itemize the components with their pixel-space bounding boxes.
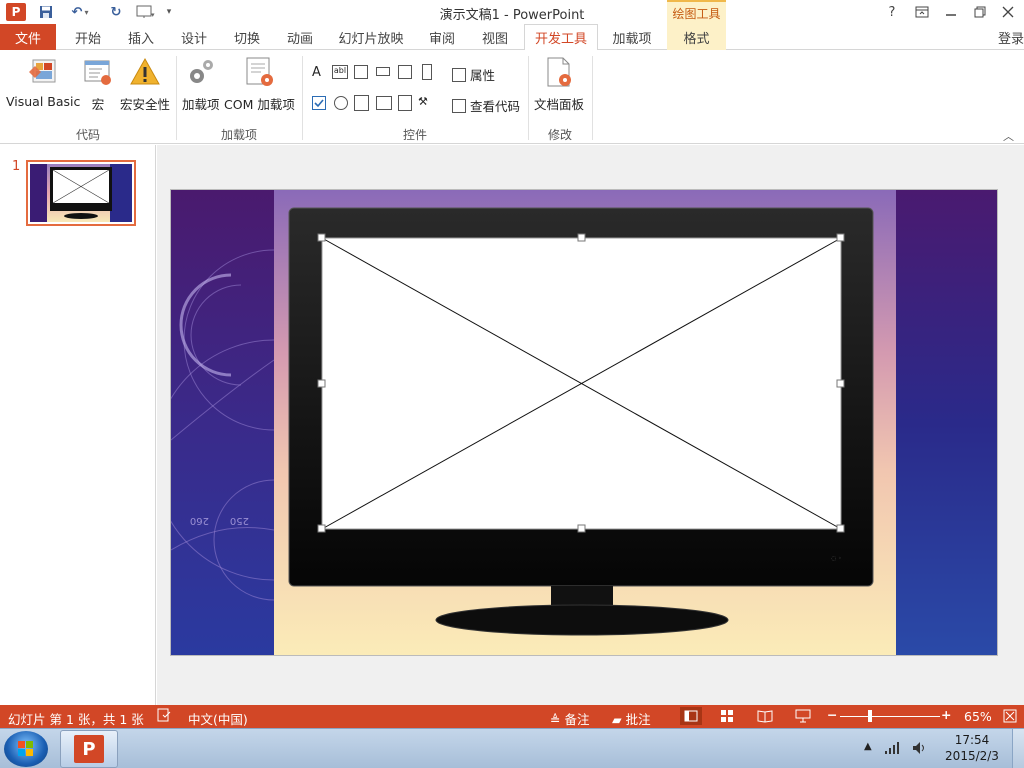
clock-time: 17:54 — [954, 733, 990, 747]
help-button[interactable]: ? — [878, 2, 906, 22]
listbox-control-icon[interactable] — [354, 95, 369, 111]
show-hidden-icons[interactable]: ▲ — [864, 741, 872, 752]
warning-icon — [129, 56, 161, 88]
thumbnail-number: 1 — [12, 159, 21, 174]
tab-slide-show[interactable]: 幻灯片放映 — [330, 24, 412, 50]
ribbon: Visual Basic 宏 宏安全性 代码 加载项 COM 加载项 加载项 A… — [0, 50, 1024, 144]
tab-view[interactable]: 视图 — [471, 24, 519, 50]
slide-sorter-view-icon[interactable] — [720, 709, 734, 726]
group-label-modify: 修改 — [547, 128, 572, 142]
zoom-slider[interactable] — [840, 716, 940, 717]
windows-taskbar: P ▲ 17:54 2015/2/3 — [0, 728, 1024, 768]
checkbox-control-icon[interactable] — [312, 96, 326, 110]
picture-placeholder[interactable] — [317, 233, 845, 533]
taskbar-powerpoint-button[interactable]: P — [60, 730, 118, 768]
com-addins-button[interactable]: COM 加载项 — [224, 56, 295, 113]
tab-home[interactable]: 开始 — [64, 24, 112, 50]
view-code-icon — [452, 98, 466, 113]
group-label-code: 代码 — [75, 128, 100, 142]
tab-review[interactable]: 审阅 — [418, 24, 466, 50]
ribbon-tabs: 文件 开始 插入 设计 切换 动画 幻灯片放映 审阅 视图 开发工具 加载项 格… — [0, 24, 1024, 51]
addins-button[interactable]: 加载项 — [182, 56, 220, 113]
comments-button[interactable]: ▰ 批注 — [612, 709, 651, 728]
tab-format[interactable]: 格式 — [667, 24, 726, 50]
properties-button[interactable]: 属性 — [452, 65, 495, 84]
volume-icon[interactable] — [912, 741, 928, 758]
powerpoint-app-icon: P — [74, 735, 104, 763]
contextual-tab-header-drawing-tools: 绘图工具 — [667, 0, 726, 24]
dial-number: 250 — [230, 515, 249, 526]
zoom-level[interactable]: 65% — [964, 709, 992, 724]
network-icon[interactable] — [884, 741, 900, 758]
macros-icon — [82, 56, 114, 88]
option-button-control-icon[interactable] — [334, 96, 348, 110]
title-bar: P ↶ ▾ ↻ ▾ ▾ 演示文稿1 - PowerPoint 绘图工具 ? — [0, 0, 1024, 24]
zoom-slider-thumb[interactable] — [868, 710, 872, 722]
language-status[interactable]: 中文(中国) — [188, 709, 248, 728]
reading-view-icon[interactable] — [757, 709, 773, 726]
tab-design[interactable]: 设计 — [170, 24, 218, 50]
show-desktop-button[interactable] — [1012, 729, 1024, 768]
macro-security-button[interactable]: 宏安全性 — [120, 56, 170, 113]
monitor-indicator: ◌ ◦ — [831, 555, 842, 562]
dial-number: 260 — [190, 515, 209, 526]
spin-button-control-icon[interactable] — [354, 65, 368, 79]
tab-addins[interactable]: 加载项 — [604, 24, 660, 50]
slide-left-panel — [171, 190, 274, 655]
group-label-addins: 加载项 — [220, 128, 257, 142]
tab-animations[interactable]: 动画 — [276, 24, 324, 50]
slide-thumbnail[interactable] — [26, 160, 136, 226]
macros-button[interactable]: 宏 — [82, 56, 114, 113]
view-code-button[interactable]: 查看代码 — [452, 96, 520, 115]
notes-button[interactable]: ≜ 备注 — [550, 709, 589, 728]
gears-icon — [185, 56, 217, 88]
slide-right-panel — [896, 190, 997, 655]
system-clock[interactable]: 17:54 2015/2/3 — [942, 732, 1002, 764]
close-button[interactable] — [994, 2, 1022, 22]
document-panel-button[interactable]: 文档面板 — [534, 56, 584, 113]
visual-basic-icon — [27, 56, 59, 88]
tab-transitions[interactable]: 切换 — [223, 24, 271, 50]
command-button-control-icon[interactable] — [376, 67, 390, 76]
label-control-icon[interactable]: A — [312, 65, 326, 80]
combobox-control-icon[interactable] — [376, 96, 392, 110]
tab-file[interactable]: 文件 — [0, 24, 56, 50]
image-control-icon[interactable] — [398, 65, 412, 79]
normal-view-icon[interactable] — [680, 707, 702, 725]
status-bar: 幻灯片 第 1 张，共 1 张 中文(中国) ≜ 备注 ▰ 批注 − + 65% — [0, 705, 1024, 728]
slide-canvas[interactable]: 260 250 ◌ ◦ — [170, 189, 998, 656]
com-addins-icon — [243, 56, 275, 88]
collapse-ribbon-icon[interactable]: ︿ — [1003, 128, 1014, 144]
minimize-button[interactable] — [937, 2, 965, 22]
tab-insert[interactable]: 插入 — [117, 24, 165, 50]
monitor-stand — [435, 604, 729, 636]
fit-slide-icon[interactable] — [1003, 709, 1017, 726]
textbox-control-icon[interactable]: abl — [332, 65, 348, 79]
start-button[interactable] — [4, 731, 48, 767]
slide-count-status[interactable]: 幻灯片 第 1 张，共 1 张 — [8, 709, 144, 728]
visual-basic-button[interactable]: Visual Basic — [6, 56, 80, 109]
toggle-button-control-icon[interactable] — [398, 95, 412, 111]
tab-developer[interactable]: 开发工具 — [524, 24, 598, 51]
sign-in-link[interactable]: 登录 — [994, 24, 1024, 50]
group-label-controls: 控件 — [402, 128, 427, 142]
ribbon-display-options-icon[interactable] — [908, 2, 936, 22]
spell-check-icon[interactable] — [157, 708, 171, 725]
more-controls-icon[interactable]: ⚒ — [418, 95, 432, 109]
document-panel-icon — [543, 56, 575, 88]
scrollbar-control-icon[interactable] — [422, 64, 432, 80]
zoom-out-button[interactable]: − — [827, 707, 837, 722]
properties-icon — [452, 67, 466, 82]
slide-thumbnail-pane: 1 — [0, 145, 156, 705]
zoom-in-button[interactable]: + — [941, 707, 951, 722]
clock-date: 2015/2/3 — [945, 749, 999, 763]
restore-button[interactable] — [966, 2, 994, 22]
window-title: 演示文稿1 - PowerPoint — [439, 8, 585, 23]
slide-show-view-icon[interactable] — [795, 709, 811, 726]
